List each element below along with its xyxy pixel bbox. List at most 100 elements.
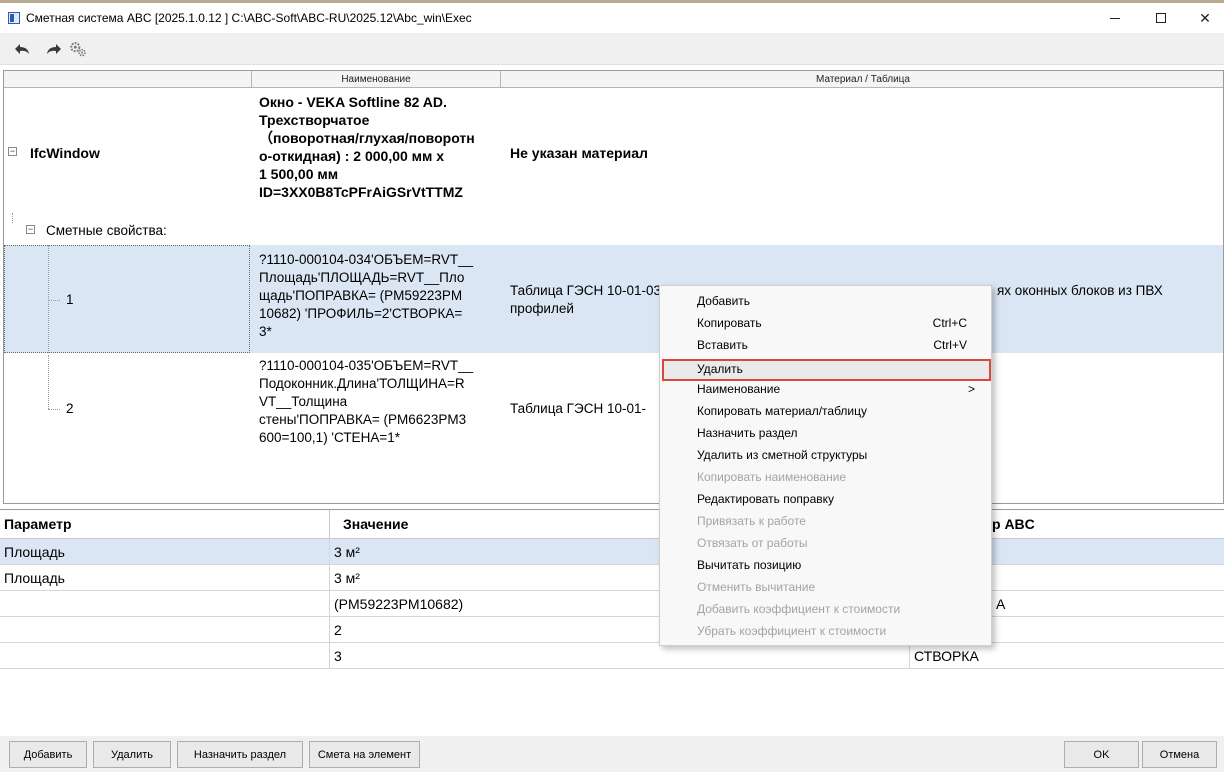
assign-section-button[interactable]: Назначить раздел (177, 741, 303, 768)
menu-item-assign-section[interactable]: Назначить раздел (662, 422, 989, 444)
root-element-label: IfcWindow (30, 145, 100, 161)
row-name-line: 3* (259, 324, 272, 339)
maximize-button[interactable] (1138, 3, 1184, 33)
column-header-tree[interactable] (4, 71, 252, 88)
menu-item-label: Вычитать позицию (697, 558, 802, 572)
root-name-line: ID=3XX0B8TcPFrAiGSrVtTTMZ (259, 184, 463, 200)
menu-item-label: Удалить (697, 362, 743, 376)
menu-item-label: Привязать к работе (697, 514, 806, 528)
tree-connector (48, 245, 49, 353)
param-name (0, 591, 330, 617)
abc-app-icon (8, 12, 20, 24)
tree-row-estimate-properties[interactable]: − Сметные свойства: (4, 213, 1223, 243)
menu-item-label: Копировать наименование (697, 470, 847, 484)
close-button[interactable]: ✕ (1182, 3, 1224, 33)
title-bar[interactable]: Сметная система ABC [2025.1.0.12 ] C:\AB… (0, 3, 1224, 33)
minimize-icon (1110, 17, 1120, 19)
menu-item-paste[interactable]: Вставить Ctrl+V (662, 334, 989, 356)
submenu-arrow-icon: > (967, 382, 975, 396)
param-row[interactable]: 3 СТВОРКА (0, 643, 1224, 669)
menu-item-label: Копировать материал/таблицу (697, 404, 867, 418)
tree-connector (48, 409, 60, 410)
menu-item-label: Отменить вычитание (697, 580, 816, 594)
row-name-line: 10682) 'ПРОФИЛЬ=2'СТВОРКА= (259, 306, 463, 321)
close-icon: ✕ (1199, 9, 1211, 26)
menu-item-label: Копировать (697, 316, 762, 330)
param-row[interactable]: Площадь 3 м² (0, 565, 1224, 591)
menu-item-label: Наименование (697, 382, 781, 396)
ok-button[interactable]: OK (1064, 741, 1139, 768)
menu-item-delete[interactable]: Удалить (662, 358, 989, 380)
menu-item-copy-name[interactable]: Копировать наименование (662, 466, 989, 488)
add-button[interactable]: Добавить (9, 741, 87, 768)
menu-item-label: Добавить (697, 294, 751, 308)
menu-item-label: Убрать коэффициент к стоимости (697, 624, 887, 638)
group-label: Сметные свойства: (46, 223, 167, 238)
root-name-line: （поворотная/глухая/поворотн (259, 130, 475, 146)
cancel-button[interactable]: Отмена (1142, 741, 1217, 768)
row-material-tail: ях оконных блоков из ПВХ (997, 283, 1163, 298)
row-name: ?1110-000104-035'ОБЪЕМ=RVT__ Подоконник.… (259, 357, 505, 447)
estimate-tree-grid[interactable]: Наименование Материал / Таблица − IfcWin… (3, 70, 1224, 504)
estimate-for-element-button[interactable]: Смета на элемент (309, 741, 420, 768)
tree-connector (12, 213, 13, 223)
undo-arrow-icon[interactable] (12, 39, 32, 59)
collapse-icon[interactable]: − (8, 147, 17, 156)
param-row[interactable]: (PM59223PM10682) А (0, 591, 1224, 617)
menu-item-subtract-position[interactable]: Вычитать позицию (662, 554, 989, 576)
collapse-icon[interactable]: − (26, 225, 35, 234)
root-name-line: Окно - VEKA Softline 82 AD. (259, 94, 447, 110)
tree-row-estimate-1[interactable]: 1 ?1110-000104-034'ОБЪЕМ=RVT__ Площадь'П… (4, 245, 1223, 353)
toolbar (0, 33, 1224, 65)
menu-item-copy-material[interactable]: Копировать материал/таблицу (662, 400, 989, 422)
menu-item-shortcut: Ctrl+C (932, 316, 967, 330)
column-header-parameter[interactable]: Параметр (0, 510, 330, 539)
parameter-grid[interactable]: Параметр Значение р ABC Площадь 3 м² Пло… (0, 509, 1224, 734)
parameter-grid-header: Параметр Значение р ABC (0, 510, 1224, 539)
root-name-line: Трехстворчатое (259, 112, 370, 128)
menu-item-label: Добавить коэффициент к стоимости (697, 602, 901, 616)
tree-row-root[interactable]: − IfcWindow Окно - VEKA Softline 82 AD. … (4, 89, 1223, 216)
menu-item-link-to-work[interactable]: Привязать к работе (662, 510, 989, 532)
row-name-line: ?1110-000104-034'ОБЪЕМ=RVT__ (259, 252, 474, 267)
param-row[interactable]: 2 (0, 617, 1224, 643)
menu-item-label: Отвязать от работы (697, 536, 808, 550)
focus-rect (4, 245, 250, 353)
minimize-button[interactable] (1092, 3, 1138, 33)
bottom-button-bar: Добавить Удалить Назначить раздел Смета … (0, 736, 1224, 772)
root-element-material: Не указан материал (510, 145, 648, 161)
menu-item-unlink-from-work[interactable]: Отвязать от работы (662, 532, 989, 554)
menu-item-name[interactable]: Наименование > (662, 378, 989, 400)
param-name: Площадь (0, 539, 330, 565)
param-row[interactable]: Площадь 3 м² (0, 539, 1224, 565)
param-value: 3 (330, 643, 910, 669)
menu-item-copy[interactable]: Копировать Ctrl+C (662, 312, 989, 334)
menu-item-add[interactable]: Добавить (662, 290, 989, 312)
menu-item-remove-cost-coefficient[interactable]: Убрать коэффициент к стоимости (662, 620, 989, 642)
context-menu[interactable]: Добавить Копировать Ctrl+C Вставить Ctrl+V… (659, 285, 992, 646)
menu-item-remove-from-structure[interactable]: Удалить из сметной структуры (662, 444, 989, 466)
row-name-line: VT__Толщина (259, 394, 348, 409)
tree-connector (48, 300, 60, 301)
row-material: Таблица ГЭСН 10-01- (510, 401, 646, 416)
param-name (0, 643, 330, 669)
row-name-line: щадь'ПОПРАВКА= (PM59223PM (259, 288, 463, 303)
column-header-name[interactable]: Наименование (252, 71, 501, 88)
menu-item-label: Вставить (697, 338, 748, 352)
row-name-line: ?1110-000104-035'ОБЪЕМ=RVT__ (259, 358, 474, 373)
tree-row-estimate-2[interactable]: 2 ?1110-000104-035'ОБЪЕМ=RVT__ Подоконни… (4, 355, 1223, 463)
param-name: Площадь (0, 565, 330, 591)
root-element-name: Окно - VEKA Softline 82 AD. Трехстворчат… (259, 93, 505, 201)
menu-item-cancel-subtraction[interactable]: Отменить вычитание (662, 576, 989, 598)
delete-button[interactable]: Удалить (93, 741, 171, 768)
gears-icon[interactable] (68, 39, 88, 59)
redo-arrow-icon[interactable] (44, 39, 64, 59)
row-name-line: Площадь'ПЛОЩАДЬ=RVT__Пло (259, 270, 465, 285)
row-name-line: 600=100,1) 'СТЕНА=1* (259, 430, 400, 445)
row-name-line: стены'ПОПРАВКА= (PM6623PM3 (259, 412, 467, 427)
param-name (0, 617, 330, 643)
column-header-material[interactable]: Материал / Таблица (501, 71, 1223, 88)
menu-item-add-cost-coefficient[interactable]: Добавить коэффициент к стоимости (662, 598, 989, 620)
menu-item-label: Редактировать поправку (697, 492, 835, 506)
menu-item-edit-correction[interactable]: Редактировать поправку (662, 488, 989, 510)
